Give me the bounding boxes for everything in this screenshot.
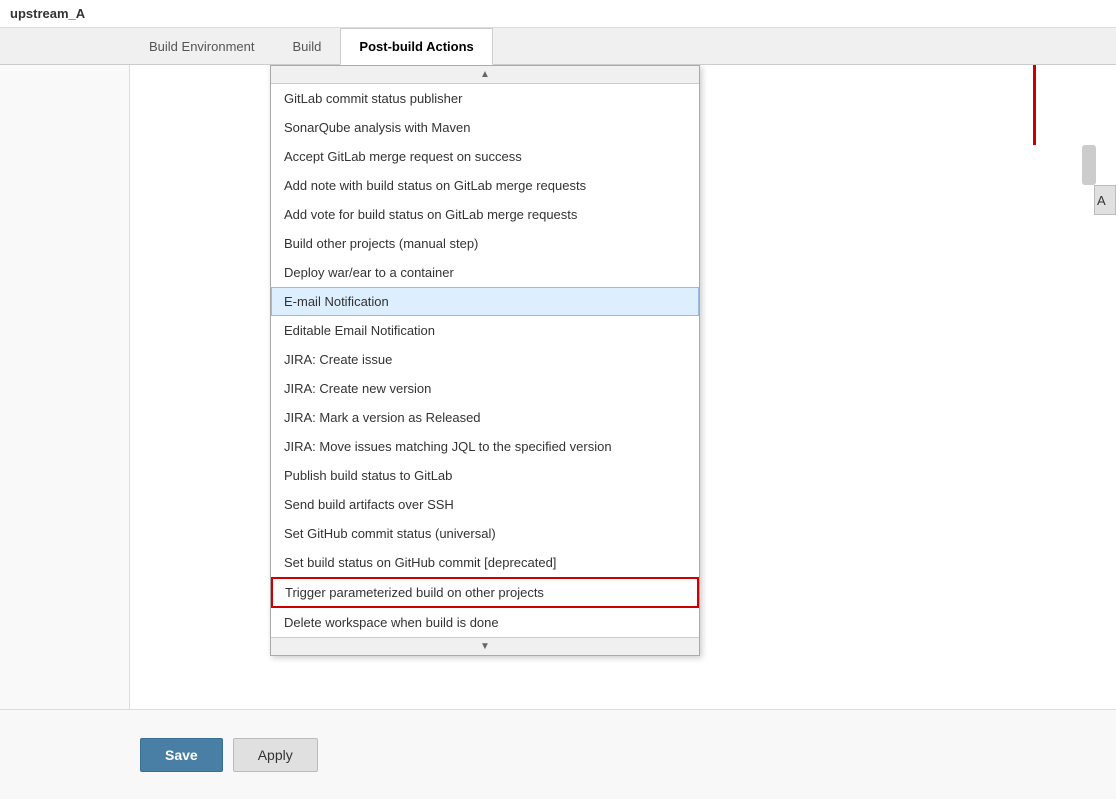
dropdown-item-0[interactable]: GitLab commit status publisher — [271, 84, 699, 113]
dropdown-item-5[interactable]: Build other projects (manual step) — [271, 229, 699, 258]
dropdown-item-7[interactable]: E-mail Notification — [271, 287, 699, 316]
tab-post-build-actions[interactable]: Post-build Actions — [340, 28, 492, 65]
dropdown-item-10[interactable]: JIRA: Create new version — [271, 374, 699, 403]
bottom-bar: Save Apply — [0, 709, 1116, 799]
partial-right-button[interactable]: A — [1094, 185, 1116, 215]
scrollbar[interactable] — [1082, 145, 1096, 185]
dropdown-item-17[interactable]: Trigger parameterized build on other pro… — [271, 577, 699, 608]
content-area: les ▲ GitLab commit status publisher Son… — [130, 65, 1116, 776]
dropdown-item-8[interactable]: Editable Email Notification — [271, 316, 699, 345]
dropdown-arrow-up[interactable]: ▲ — [271, 66, 699, 84]
page-wrapper: upstream_A Build Environment Build Post-… — [0, 0, 1116, 799]
tab-build-environment[interactable]: Build Environment — [130, 28, 274, 64]
dropdown-item-3[interactable]: Add note with build status on GitLab mer… — [271, 171, 699, 200]
dropdown-menu: ▲ GitLab commit status publisher SonarQu… — [270, 65, 700, 656]
dropdown-item-6[interactable]: Deploy war/ear to a container — [271, 258, 699, 287]
main-content: les ▲ GitLab commit status publisher Son… — [0, 65, 1116, 776]
dropdown-item-12[interactable]: JIRA: Move issues matching JQL to the sp… — [271, 432, 699, 461]
dropdown-item-1[interactable]: SonarQube analysis with Maven — [271, 113, 699, 142]
apply-button[interactable]: Apply — [233, 738, 318, 772]
save-button[interactable]: Save — [140, 738, 223, 772]
dropdown-item-4[interactable]: Add vote for build status on GitLab merg… — [271, 200, 699, 229]
dropdown-item-9[interactable]: JIRA: Create issue — [271, 345, 699, 374]
sidebar — [0, 65, 130, 776]
dropdown-arrow-down[interactable]: ▼ — [271, 637, 699, 655]
dropdown-item-11[interactable]: JIRA: Mark a version as Released — [271, 403, 699, 432]
dropdown-item-16[interactable]: Set build status on GitHub commit [depre… — [271, 548, 699, 577]
dropdown-item-14[interactable]: Send build artifacts over SSH — [271, 490, 699, 519]
dropdown-item-15[interactable]: Set GitHub commit status (universal) — [271, 519, 699, 548]
tab-bar: Build Environment Build Post-build Actio… — [0, 28, 1116, 65]
top-bar: upstream_A — [0, 0, 1116, 28]
tab-build[interactable]: Build — [274, 28, 341, 64]
dropdown-item-18[interactable]: Delete workspace when build is done — [271, 608, 699, 637]
red-line-decoration — [1033, 65, 1036, 145]
dropdown-item-13[interactable]: Publish build status to GitLab — [271, 461, 699, 490]
dropdown-item-2[interactable]: Accept GitLab merge request on success — [271, 142, 699, 171]
project-name: upstream_A — [10, 6, 85, 21]
